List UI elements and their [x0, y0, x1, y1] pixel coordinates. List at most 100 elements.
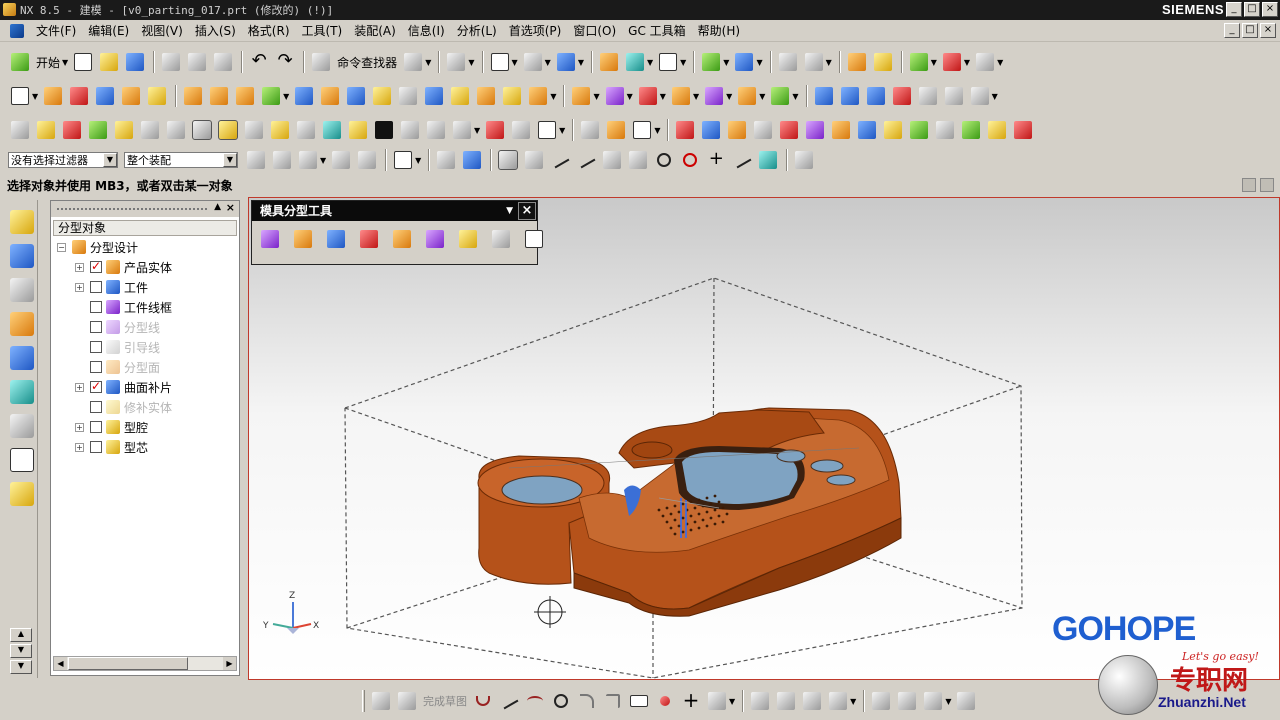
chamfer-button[interactable]: [601, 689, 625, 713]
mold-tools-button[interactable]: [181, 84, 205, 108]
surface-purple-button[interactable]: [803, 118, 827, 142]
snap-line-button[interactable]: [548, 148, 572, 172]
show-solid-button[interactable]: [460, 148, 484, 172]
dropdown-icon[interactable]: ▼: [425, 58, 431, 67]
select-plus-button[interactable]: [296, 148, 320, 172]
mold-csys-button[interactable]: [67, 84, 91, 108]
menu-gc-toolkit[interactable]: GC 工具箱: [622, 22, 692, 39]
mesh-surface-button[interactable]: [838, 84, 862, 108]
grid-button[interactable]: [509, 118, 533, 142]
project-init-button[interactable]: [41, 84, 65, 108]
offset-curve-button[interactable]: [705, 689, 729, 713]
tree-item-workpiece-wireframe[interactable]: 工件线框: [75, 297, 172, 317]
roles-icon[interactable]: [9, 448, 34, 472]
column-header[interactable]: 分型对象: [53, 220, 237, 236]
studio-spline-button[interactable]: [653, 689, 677, 713]
snap-existing-button[interactable]: +: [704, 148, 728, 172]
hole-button[interactable]: [268, 118, 292, 142]
move-object-button[interactable]: [732, 50, 756, 74]
fixed-button[interactable]: [895, 689, 919, 713]
offset-button[interactable]: [735, 84, 759, 108]
define-regions-button[interactable]: [324, 227, 348, 251]
drag-grip[interactable]: [57, 208, 207, 210]
split-button[interactable]: [164, 118, 188, 142]
dropdown-icon[interactable]: ▼: [850, 697, 856, 706]
snap-quadrant-button[interactable]: [678, 148, 702, 172]
dropdown-icon[interactable]: ▼: [32, 92, 38, 101]
view-section-button[interactable]: [623, 50, 647, 74]
check-geometry-button[interactable]: [34, 118, 58, 142]
menu-information[interactable]: 信息(I): [402, 22, 451, 39]
make-corner-button[interactable]: [800, 689, 824, 713]
dropdown-icon[interactable]: ▼: [415, 156, 421, 165]
snap-surface-button[interactable]: [756, 148, 780, 172]
expand-icon[interactable]: +: [75, 282, 84, 292]
cavity-layout-button[interactable]: [145, 84, 169, 108]
doc-minimize-button[interactable]: _: [1224, 23, 1240, 38]
part-navigator-button[interactable]: [8, 118, 32, 142]
tree-item-workpiece[interactable]: + 工件: [75, 277, 148, 297]
filter-reset-button[interactable]: [244, 148, 268, 172]
tools-active-button[interactable]: [190, 118, 214, 142]
show-faces-button[interactable]: [434, 148, 458, 172]
face-button[interactable]: [138, 118, 162, 142]
open-file-button[interactable]: [97, 50, 121, 74]
gate-button[interactable]: [370, 84, 394, 108]
dropdown-icon[interactable]: ▼: [992, 92, 998, 101]
view-box-button[interactable]: [8, 84, 32, 108]
cube-yellow-button[interactable]: [985, 118, 1009, 142]
assembly-navigator-icon[interactable]: [9, 210, 34, 234]
dropdown-icon[interactable]: ▼: [693, 92, 699, 101]
dropdown-icon[interactable]: ▼: [945, 697, 951, 706]
render-style-button[interactable]: [521, 50, 545, 74]
rect-select-button[interactable]: [391, 148, 415, 172]
expression-button[interactable]: [776, 50, 800, 74]
undo-button[interactable]: ↶: [247, 50, 271, 74]
palette-icon[interactable]: [9, 482, 34, 506]
part-navigator-icon[interactable]: [9, 278, 34, 302]
menu-file[interactable]: 文件(F): [30, 22, 82, 39]
parting-navigator-button[interactable]: [522, 227, 546, 251]
menu-insert[interactable]: 插入(S): [189, 22, 242, 39]
solid-orange-button[interactable]: [725, 118, 749, 142]
clock-icon[interactable]: [9, 414, 34, 438]
bridge-button[interactable]: [916, 84, 940, 108]
nx-menu-icon[interactable]: [10, 23, 24, 38]
dropdown-icon[interactable]: ▼: [826, 58, 832, 67]
horizontal-scrollbar[interactable]: ◀ ▶: [53, 656, 237, 671]
dropdown-icon[interactable]: ▼: [726, 92, 732, 101]
document-button[interactable]: [630, 118, 654, 142]
snap-midpoint-button[interactable]: [574, 148, 598, 172]
solid-blue-button[interactable]: [699, 118, 723, 142]
menu-help[interactable]: 帮助(H): [692, 22, 746, 39]
component-button[interactable]: [483, 118, 507, 142]
dropdown-icon[interactable]: ▼: [654, 126, 660, 135]
tree-item-guide-line[interactable]: 引导线: [75, 337, 160, 357]
spanner-button[interactable]: [871, 50, 895, 74]
new-file-button[interactable]: [71, 50, 95, 74]
checkbox[interactable]: [90, 281, 102, 293]
point-sketch-button[interactable]: +: [679, 689, 703, 713]
unite-button[interactable]: [569, 84, 593, 108]
surface-button[interactable]: [812, 84, 836, 108]
selection-mode-button[interactable]: [401, 50, 425, 74]
constraint-button[interactable]: [869, 689, 893, 713]
dropdown-icon[interactable]: ▼: [559, 126, 565, 135]
doc-restore-button[interactable]: □: [1242, 23, 1258, 38]
status-toggle-icon[interactable]: [1242, 178, 1256, 192]
menu-format[interactable]: 格式(R): [242, 22, 296, 39]
checkbox[interactable]: [90, 379, 102, 393]
collapse-icon[interactable]: −: [57, 242, 66, 252]
navigator-close-icon[interactable]: ×: [226, 201, 235, 214]
dropdown-icon[interactable]: ▼: [468, 58, 474, 67]
layer-button[interactable]: [597, 50, 621, 74]
dropdown-icon[interactable]: ▼: [723, 58, 729, 67]
green-check-button[interactable]: [907, 118, 931, 142]
scroll-thumb[interactable]: [68, 657, 188, 670]
mg-button[interactable]: [933, 118, 957, 142]
dropdown-icon[interactable]: ▼: [680, 58, 686, 67]
trim-body-button[interactable]: [450, 118, 474, 142]
command-finder-label[interactable]: 命令查找器: [337, 54, 397, 71]
dimension-button[interactable]: [826, 689, 850, 713]
scope-filter-select[interactable]: 整个装配 ▼: [124, 152, 238, 168]
